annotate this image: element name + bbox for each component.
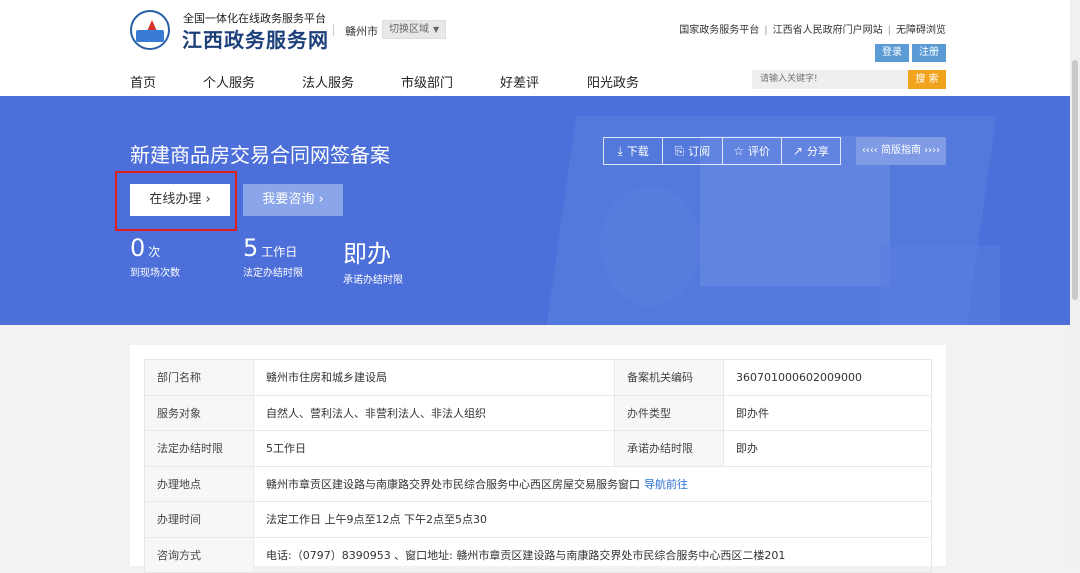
legal-limit-value: 5工作日 <box>253 430 615 467</box>
banner-decoration <box>880 246 1000 325</box>
consult-method-value: 电话:（0797）8390953 、窗口地址: 赣州市章贡区建设路与南康路交界处… <box>253 536 932 573</box>
legal-limit-label: 法定办结时限 <box>144 430 254 467</box>
star-icon: ☆ <box>733 144 744 158</box>
stat-unit: 工作日 <box>261 245 298 259</box>
table-row: 法定办结时限 5工作日 承诺办结时限 即办 <box>144 430 932 467</box>
online-apply-button[interactable]: 在线办理 › <box>130 184 230 216</box>
divider: | <box>887 25 891 36</box>
search-button[interactable]: 搜 索 <box>908 70 946 89</box>
banner-decoration <box>600 186 700 306</box>
stat-value: 5 <box>243 234 259 262</box>
stat-visits: 0次 到现场次数 <box>130 234 180 279</box>
register-button[interactable]: 注册 <box>912 44 946 62</box>
table-row: 服务对象 自然人、营利法人、非营利法人、非法人组织 办件类型 即办件 <box>144 394 932 431</box>
share-icon: ↗ <box>792 144 803 158</box>
dept-label: 部门名称 <box>144 359 254 396</box>
type-label: 办件类型 <box>614 394 724 431</box>
table-row: 部门名称 赣州市住房和城乡建设局 备案机关编码 3607010006020090… <box>144 359 932 396</box>
subscribe-button[interactable]: ⎘ 订阅 <box>663 138 723 164</box>
table-row: 办理地点 赣州市章贡区建设路与南康路交界处市民综合服务中心西区房屋交易服务窗口导… <box>144 465 932 502</box>
code-value: 360701000602009000 <box>723 359 932 396</box>
consult-label: 我要咨询 <box>262 192 315 207</box>
chevron-down-icon: ▼ <box>433 25 440 34</box>
download-icon: ⤓ <box>617 143 623 158</box>
nav-item-home[interactable]: 首页 <box>130 72 156 91</box>
promise-limit-value: 即办 <box>723 430 932 467</box>
table-row: 办理时间 法定工作日 上午9点至12点 下午2点至5点30 <box>144 501 932 538</box>
page-scrollbar[interactable] <box>1070 0 1080 566</box>
stat-label: 法定办结时限 <box>243 268 303 279</box>
chevron-right-icon: › <box>205 192 211 207</box>
time-label: 办理时间 <box>144 501 254 538</box>
time-value: 法定工作日 上午9点至12点 下午2点至5点30 <box>253 501 932 538</box>
site-header: 全国一体化在线政务服务平台 江西政务服务网 赣州市 切换区域 ▼ 国家政务服务平台… <box>0 0 1080 96</box>
place-label: 办理地点 <box>144 465 254 502</box>
service-banner: 新建商品房交易合同网签备案 ⤓ 下载 ⎘ 订阅 ☆ 评价 ↗ 分享 ‹‹‹‹ 简版指南 … <box>0 96 1080 325</box>
stat-legal-limit: 5 工作日 法定办结时限 <box>243 234 303 279</box>
stat-label: 承诺办结时限 <box>343 275 403 286</box>
link-provincial-portal[interactable]: 江西省人民政府门户网站 <box>773 25 883 36</box>
login-button[interactable]: 登录 <box>875 44 909 62</box>
navigate-link[interactable]: 导航前往 <box>644 478 688 491</box>
subscribe-label: 订阅 <box>688 145 711 158</box>
nav-item-sunshine[interactable]: 阳光政务 <box>587 72 639 91</box>
chevron-right-icon: › <box>318 192 324 207</box>
page-title: 新建商品房交易合同网签备案 <box>130 143 390 167</box>
place-cell: 赣州市章贡区建设路与南康路交界处市民综合服务中心西区房屋交易服务窗口 导航前往 <box>253 465 932 502</box>
search-input[interactable] <box>752 70 908 89</box>
target-label: 服务对象 <box>144 394 254 431</box>
stat-value: 即办 <box>343 240 391 268</box>
nav-item-corporate[interactable]: 法人服务 <box>302 72 354 91</box>
share-button[interactable]: ↗ 分享 <box>782 138 840 164</box>
service-info-table: 部门名称 赣州市住房和城乡建设局 备案机关编码 3607010006020090… <box>144 359 932 573</box>
divider: | <box>764 25 768 36</box>
stat-value: 0 <box>130 234 146 262</box>
subscribe-icon: ⎘ <box>674 143 685 158</box>
evaluate-button[interactable]: ☆ 评价 <box>723 138 782 164</box>
table-row: 咨询方式 电话:（0797）8390953 、窗口地址: 赣州市章贡区建设路与南… <box>144 536 932 573</box>
top-links: 国家政务服务平台 | 江西省人民政府门户网站 | 无障碍浏览 <box>679 21 946 36</box>
switch-region-dropdown[interactable]: 切换区域 ▼ <box>382 20 447 39</box>
divider <box>333 24 334 36</box>
promise-limit-label: 承诺办结时限 <box>614 430 724 467</box>
stat-unit: 次 <box>148 245 161 259</box>
scrollbar-thumb[interactable] <box>1072 60 1078 300</box>
code-label: 备案机关编码 <box>614 359 724 396</box>
link-accessibility[interactable]: 无障碍浏览 <box>896 25 946 36</box>
dept-value: 赣州市住房和城乡建设局 <box>253 359 615 396</box>
nav-item-departments[interactable]: 市级部门 <box>401 72 453 91</box>
target-value: 自然人、营利法人、非营利法人、非法人组织 <box>253 394 615 431</box>
place-value: 赣州市章贡区建设路与南康路交界处市民综合服务中心西区房屋交易服务窗口 <box>266 477 640 491</box>
stat-promise-limit: 即办 承诺办结时限 <box>343 234 403 286</box>
simple-guide-button[interactable]: ‹‹‹‹ 简版指南 ›››› <box>856 137 946 165</box>
nav-item-evaluation[interactable]: 好差评 <box>500 72 539 91</box>
nav-item-personal[interactable]: 个人服务 <box>203 72 255 91</box>
action-bar: ⤓ 下载 ⎘ 订阅 ☆ 评价 ↗ 分享 <box>603 137 841 165</box>
current-city: 赣州市 <box>345 25 378 38</box>
stat-label: 到现场次数 <box>130 268 180 279</box>
switch-region-label: 切换区域 <box>389 24 429 35</box>
site-title[interactable]: 江西政务服务网 <box>182 24 329 53</box>
logo-sea-shape <box>136 30 164 42</box>
download-label: 下载 <box>626 145 649 158</box>
share-label: 分享 <box>806 145 829 158</box>
type-value: 即办件 <box>723 394 932 431</box>
evaluate-label: 评价 <box>748 145 770 158</box>
download-button[interactable]: ⤓ 下载 <box>604 138 664 164</box>
online-apply-label: 在线办理 <box>149 192 202 207</box>
link-national-platform[interactable]: 国家政务服务平台 <box>679 25 759 36</box>
consult-method-label: 咨询方式 <box>144 536 254 573</box>
site-logo[interactable] <box>130 10 170 50</box>
consult-button[interactable]: 我要咨询 › <box>243 184 343 216</box>
service-info-panel: 部门名称 赣州市住房和城乡建设局 备案机关编码 3607010006020090… <box>130 345 946 573</box>
